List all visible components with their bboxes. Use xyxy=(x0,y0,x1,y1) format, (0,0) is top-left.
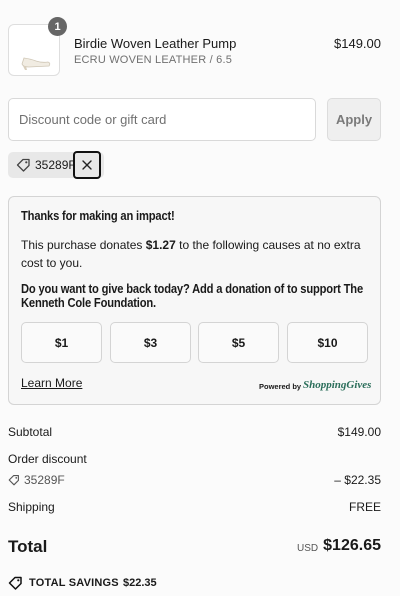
donation-description: This purchase donates $1.27 to the follo… xyxy=(21,236,366,272)
product-name: Birdie Woven Leather Pump xyxy=(74,36,237,51)
product-price: $149.00 xyxy=(334,36,381,51)
summary-discount-code: 35289F xyxy=(24,473,65,487)
product-variant: ECRU WOVEN LEATHER / 6.5 xyxy=(74,54,233,66)
tag-icon xyxy=(16,158,31,172)
donation-option-10[interactable]: $10 xyxy=(287,322,368,363)
tag-icon xyxy=(8,474,20,486)
subtotal-label: Subtotal xyxy=(8,425,53,439)
donation-text-before: This purchase donates xyxy=(21,238,146,252)
subtotal-value: $149.00 xyxy=(337,425,381,439)
total-currency: USD xyxy=(297,543,319,554)
donation-amount: $1.27 xyxy=(145,238,176,252)
discount-value: – $22.35 xyxy=(334,473,381,487)
order-discount-label: Order discount xyxy=(8,452,87,466)
remove-discount-button[interactable] xyxy=(73,151,101,179)
quantity-badge: 1 xyxy=(48,17,67,36)
total-savings-value: $22.35 xyxy=(123,577,157,589)
apply-discount-button[interactable]: Apply xyxy=(327,98,381,141)
discount-code-input[interactable] xyxy=(8,98,316,141)
applied-discount-code: 35289F xyxy=(35,158,76,172)
close-icon xyxy=(82,160,92,170)
total-label: Total xyxy=(8,537,48,556)
donation-option-5[interactable]: $5 xyxy=(198,322,279,363)
shipping-value: FREE xyxy=(348,500,381,514)
powered-by-text: Powered by xyxy=(259,382,302,391)
donation-option-3[interactable]: $3 xyxy=(110,322,191,363)
learn-more-link[interactable]: Learn More xyxy=(21,376,82,390)
savings-tag-icon xyxy=(8,576,23,590)
donation-title: Thanks for making an impact! xyxy=(21,208,175,223)
shoppinggives-logo: ShoppingGives xyxy=(303,379,372,391)
total-savings-label: TOTAL SAVINGS xyxy=(29,577,119,589)
donation-question: Do you want to give back today? Add a do… xyxy=(21,281,363,310)
total-value: $126.65 xyxy=(323,537,381,554)
shipping-label: Shipping xyxy=(8,500,55,514)
donation-option-1[interactable]: $1 xyxy=(21,322,102,363)
